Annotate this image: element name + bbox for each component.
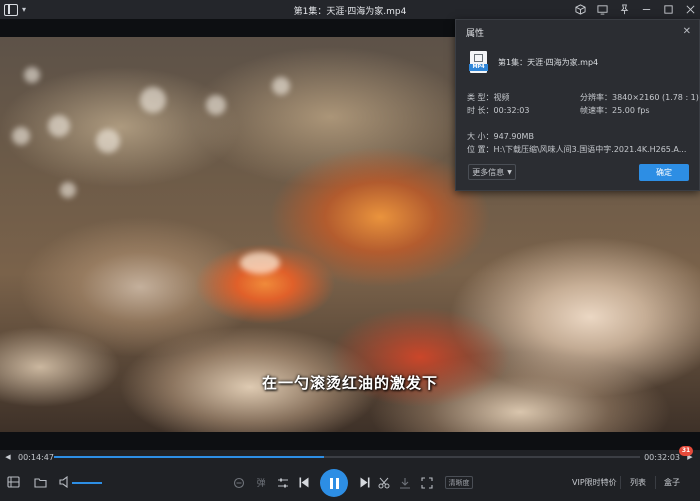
minimize-icon[interactable] (640, 4, 652, 16)
seek-bar[interactable] (54, 456, 640, 458)
more-info-button[interactable]: 更多信息 ▼ (468, 164, 516, 180)
quality-button[interactable]: 清晰度 (445, 476, 473, 489)
video-highlight (48, 115, 70, 137)
maximize-icon[interactable] (662, 4, 674, 16)
video-file-icon: MP4 (469, 51, 488, 73)
equalizer-icon[interactable] (276, 476, 290, 489)
seek-bar-fill (54, 456, 325, 458)
step-back-icon[interactable]: ◀ (2, 453, 14, 461)
prop-location[interactable]: 位 置：H:\下载压缩\风味人间3.国语中字.2021.4K.H265.A... (467, 144, 686, 155)
download-icon[interactable] (398, 476, 411, 489)
prop-duration-value: 00:32:03 (493, 106, 530, 115)
prop-duration-label: 时 长： (467, 106, 494, 115)
video-highlight (240, 252, 280, 274)
progress-row: ◀ 00:14:47 00:32:03 ▶ (0, 450, 700, 464)
fullscreen-icon[interactable] (420, 476, 433, 489)
prop-size-label: 大 小： (467, 132, 494, 141)
pin-icon[interactable] (618, 4, 630, 16)
dialog-file-name: 第1集：天涯·四海为家.mp4 (498, 57, 599, 67)
open-folder-icon[interactable] (33, 475, 47, 489)
screenshot-icon[interactable] (6, 475, 20, 489)
prop-size: 大 小：947.90MB (467, 131, 534, 142)
prop-framerate: 帧速率：25.00 fps (580, 105, 650, 116)
video-highlight (12, 127, 30, 145)
properties-dialog: 属性 ✕ MP4 第1集：天涯·四海为家.mp4 类 型：视频 分辨率：3840… (455, 19, 700, 191)
prop-type: 类 型：视频 (467, 92, 510, 103)
player-logo-icon[interactable] (4, 3, 18, 16)
prop-resolution: 分辨率：3840×2160 (1.78 : 1) (580, 92, 699, 103)
volume-slider[interactable] (72, 482, 102, 484)
video-highlight (272, 77, 290, 95)
controls-bar: 弹 清晰度 VIP限时特价 列表 盒子 (0, 464, 700, 501)
ok-button[interactable]: 确定 (639, 164, 689, 181)
menu-caret-icon[interactable]: ▾ (22, 5, 26, 14)
dialog-header: 属性 ✕ (456, 20, 699, 44)
current-time: 00:14:47 (18, 453, 54, 462)
next-icon[interactable] (358, 476, 371, 489)
dialog-close-icon[interactable]: ✕ (683, 26, 691, 37)
prop-framerate-value: 25.00 fps (612, 106, 650, 115)
video-highlight (60, 182, 76, 198)
notification-badge: 31 (679, 446, 693, 456)
more-info-label: 更多信息 (472, 167, 505, 177)
video-subtitle: 在一勺滚烫红油的激发下 (261, 374, 438, 392)
video-highlight (96, 129, 120, 153)
pause-bar-icon (329, 477, 333, 489)
playlist-button[interactable]: 列表 (630, 477, 646, 488)
chevron-down-icon: ▼ (507, 168, 512, 176)
prop-type-label: 类 型： (467, 93, 494, 102)
vip-promo-button[interactable]: VIP限时特价 (572, 477, 617, 488)
title-bar-icons (574, 0, 696, 19)
dialog-title: 属性 (466, 28, 485, 39)
divider (655, 476, 656, 489)
close-window-icon[interactable] (684, 4, 696, 16)
film-glyph (474, 54, 483, 62)
eye-protect-icon[interactable] (232, 476, 245, 489)
prop-duration: 时 长：00:32:03 (467, 105, 529, 116)
danmaku-toggle[interactable]: 弹 (254, 476, 268, 489)
pause-bar-icon (335, 477, 339, 489)
prop-type-value: 视频 (493, 93, 510, 102)
media-player-window: ▾ 第1集：天涯·四海为家.mp4 在一勺滚烫红油的激发下 属性 ✕ MP4 第… (0, 0, 700, 501)
video-highlight (24, 67, 40, 83)
previous-icon[interactable] (297, 476, 310, 489)
prop-framerate-label: 帧速率： (580, 106, 612, 115)
file-type-badge: MP4 (469, 64, 488, 71)
title-bar: ▾ 第1集：天涯·四海为家.mp4 (0, 0, 700, 19)
prop-location-label: 位 置： (467, 145, 494, 154)
extra-menu-button[interactable]: 盒子 (664, 477, 680, 488)
prop-location-value[interactable]: H:\下载压缩\风味人间3.国语中字.2021.4K.H265.A... (494, 145, 687, 154)
cube-3d-icon[interactable] (574, 4, 586, 16)
prop-size-value: 947.90MB (493, 132, 534, 141)
prop-resolution-label: 分辨率： (580, 93, 612, 102)
file-info-row: MP4 第1集：天涯·四海为家.mp4 (469, 51, 599, 73)
video-highlight (206, 95, 226, 115)
total-time: 00:32:03 (644, 453, 680, 462)
pause-button[interactable] (320, 469, 348, 497)
divider (620, 476, 621, 489)
scissors-icon[interactable] (377, 476, 390, 489)
video-highlight (140, 87, 166, 113)
prop-resolution-value: 3840×2160 (1.78 : 1) (612, 93, 699, 102)
volume-icon[interactable] (58, 475, 72, 489)
screen-cast-icon[interactable] (596, 4, 608, 16)
